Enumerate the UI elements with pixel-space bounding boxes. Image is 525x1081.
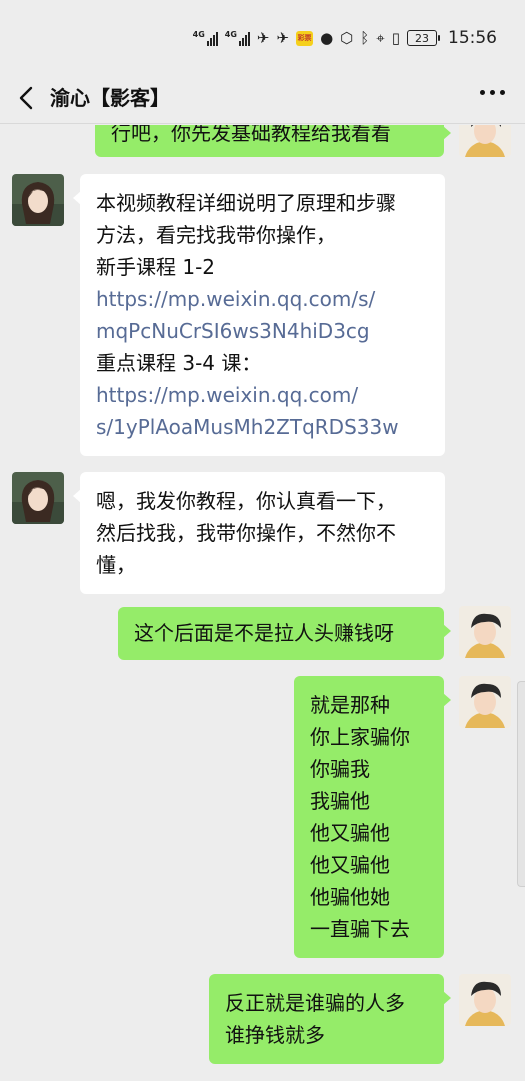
message-text: 方法，看完找我带你操作， (96, 223, 336, 247)
vibrate-icon: ▯ (391, 28, 400, 47)
signal-icon: 4G (225, 30, 250, 46)
message-text: 这个后面是不是拉人头赚钱呀 (134, 621, 394, 645)
message-text: 你骗我 (310, 757, 370, 781)
message-text: 反正就是谁骗的人多 (225, 991, 405, 1015)
message-bubble-sent[interactable]: 反正就是谁骗的人多 谁挣钱就多 (209, 974, 451, 1064)
avatar-self[interactable] (459, 125, 511, 157)
message-text: 你上家骗你 (310, 725, 410, 749)
airplane-icon: ✈ (276, 28, 290, 47)
message-text: 就是那种 (310, 693, 390, 717)
message-bubble-received[interactable]: 本视频教程详细说明了原理和步骤 方法，看完找我带你操作， 新手课程 1-2 ht… (73, 174, 445, 456)
chat-header: 渝心【影客】 (0, 72, 525, 124)
status-time: 15:56 (448, 28, 497, 48)
message-text: 新手课程 1-2 (96, 255, 216, 279)
message-text: 他又骗他 (310, 853, 390, 877)
message-text: 一直骗下去 (310, 917, 410, 941)
bluetooth-icon: ᛒ (360, 28, 370, 47)
status-icons: 4G 4G ✈ ✈ 彩票 ● ⬡ ᛒ ⌖ ▯ 23 15:56 (193, 26, 497, 50)
avatar-self[interactable] (459, 606, 511, 658)
message-icon: ● (320, 28, 334, 47)
avatar-contact[interactable] (12, 174, 64, 226)
message-bubble-sent[interactable]: 就是那种 你上家骗你 你骗我 我骗他 他又骗他 他又骗他 他骗他她 一直骗下去 (294, 676, 451, 958)
avatar-self[interactable] (459, 676, 511, 728)
scrollbar-handle[interactable] (517, 681, 525, 887)
avatar-contact[interactable] (12, 472, 64, 524)
message-text: 行吧，你先发基础教程给我看看 (111, 125, 391, 145)
message-link[interactable]: mqPcNuCrSI6ws3N4hiD3cg (96, 315, 429, 347)
avatar-self[interactable] (459, 974, 511, 1026)
battery-icon: 23 (407, 30, 440, 46)
more-dots-icon[interactable] (480, 90, 505, 95)
chevron-left-icon[interactable] (12, 82, 40, 114)
message-text: 懂， (96, 553, 136, 577)
message-link[interactable]: s/1yPlAoaMusMh2ZTqRDS33w (96, 411, 429, 443)
message-text: 他骗他她 (310, 885, 390, 909)
status-bar: 4G 4G ✈ ✈ 彩票 ● ⬡ ᛒ ⌖ ▯ 23 15:56 (0, 0, 525, 72)
message-text: 我骗他 (310, 789, 370, 813)
message-list[interactable]: 行吧，你先发基础教程给我看看 本视频教程详细说明了原理和步骤 方法，看完找我带你… (0, 125, 525, 1081)
message-bubble-received[interactable]: 嗯，我发你教程，你认真看一下， 然后找我，我带你操作，不然你不 懂， (73, 472, 445, 594)
signal-icon: 4G (193, 30, 218, 46)
message-bubble-sent[interactable]: 行吧，你先发基础教程给我看看 (95, 125, 451, 157)
message-link[interactable]: https://mp.weixin.qq.com/ (96, 379, 429, 411)
message-text: 重点课程 3-4 课： (96, 351, 262, 375)
message-text: 谁挣钱就多 (225, 1023, 325, 1047)
message-text: 本视频教程详细说明了原理和步骤 (96, 191, 396, 215)
message-text: 他又骗他 (310, 821, 390, 845)
network-type-label: 4G (192, 30, 205, 39)
shield-icon: ⬡ (340, 28, 354, 47)
chat-title: 渝心【影客】 (50, 86, 170, 110)
message-text: 嗯，我发你教程，你认真看一下， (96, 489, 396, 513)
lottery-app-icon: 彩票 (296, 30, 314, 46)
airplane-icon: ✈ (256, 28, 270, 47)
message-link[interactable]: https://mp.weixin.qq.com/s/ (96, 283, 429, 315)
network-type-label: 4G (224, 30, 237, 39)
message-text: 然后找我，我带你操作，不然你不 (96, 521, 396, 545)
message-bubble-sent[interactable]: 这个后面是不是拉人头赚钱呀 (118, 607, 451, 660)
location-icon: ⌖ (376, 28, 385, 47)
